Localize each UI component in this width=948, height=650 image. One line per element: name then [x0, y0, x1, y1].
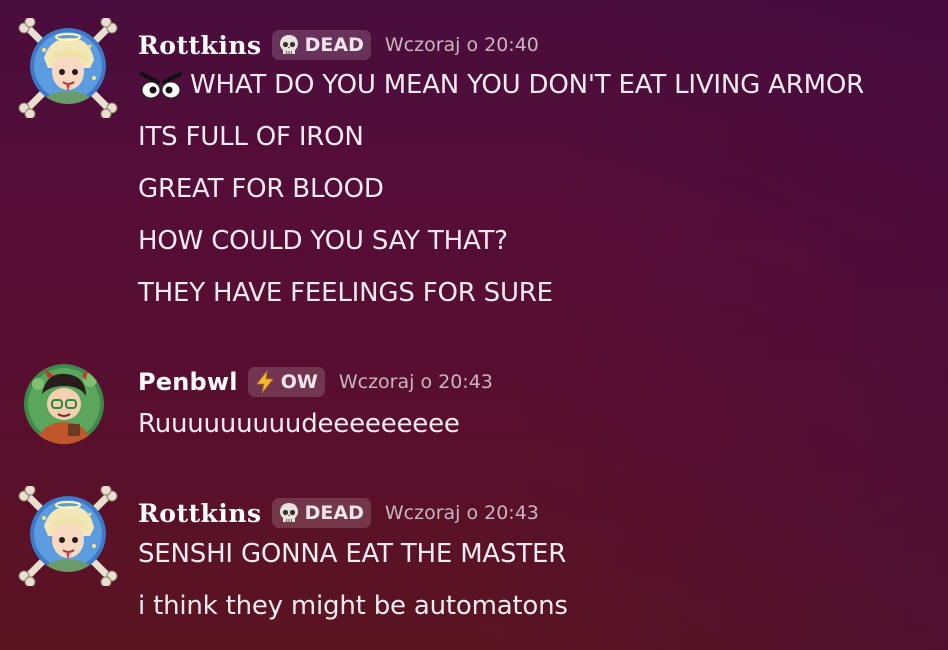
message-line: WHAT DO YOU MEAN YOU DON'T EAT LIVING AR…: [138, 70, 864, 100]
message-line: ITS FULL OF IRON: [138, 122, 364, 152]
avatar-image: [30, 28, 106, 104]
message-header: Rottkins DEAD Wczoraj o 20:40: [138, 30, 539, 60]
message-line: SENSHI GONNA EAT THE MASTER: [138, 539, 567, 569]
avatar-penbwl[interactable]: [18, 356, 118, 456]
message-header: Penbwl OW Wczoraj o 20:43: [138, 367, 493, 397]
avatar-image: [30, 496, 106, 572]
avatar-rottkins-1[interactable]: [18, 18, 118, 118]
clan-tag-label: OW: [280, 371, 318, 393]
clan-tag[interactable]: OW: [247, 367, 325, 397]
lightning-icon: [255, 370, 274, 394]
clan-tag[interactable]: DEAD: [271, 30, 371, 60]
angry-eyes-emoji-icon: [140, 72, 182, 99]
message-line: THEY HAVE FEELINGS FOR SURE: [138, 278, 553, 308]
username[interactable]: Rottkins: [138, 499, 262, 528]
avatar-rottkins-2[interactable]: [18, 486, 118, 586]
clan-tag[interactable]: DEAD: [271, 498, 371, 528]
message-line: i think they might be automatons: [138, 591, 568, 621]
message-line: Ruuuuuuuuudeeeeeeeee: [138, 409, 460, 439]
clan-tag-label: DEAD: [304, 502, 364, 524]
message-header: Rottkins DEAD Wczoraj o 20:43: [138, 498, 539, 528]
timestamp: Wczoraj o 20:43: [338, 371, 493, 393]
message-text: WHAT DO YOU MEAN YOU DON'T EAT LIVING AR…: [190, 70, 864, 100]
timestamp: Wczoraj o 20:40: [384, 34, 539, 56]
username[interactable]: Penbwl: [138, 368, 238, 396]
avatar-image: [24, 364, 104, 444]
message-line: GREAT FOR BLOOD: [138, 174, 384, 204]
skull-icon: [279, 35, 298, 54]
message-line: HOW COULD YOU SAY THAT?: [138, 226, 508, 256]
skull-icon: [279, 503, 298, 522]
timestamp: Wczoraj o 20:43: [384, 502, 539, 524]
clan-tag-label: DEAD: [304, 34, 364, 56]
username[interactable]: Rottkins: [138, 31, 262, 60]
